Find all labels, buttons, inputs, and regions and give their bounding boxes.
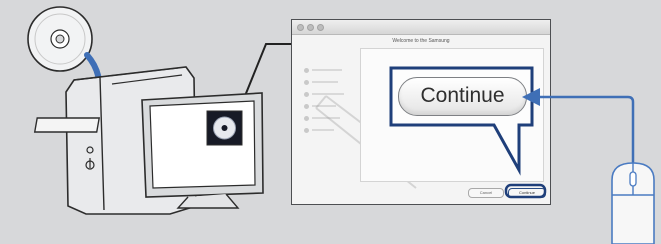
installer-disc-icon <box>206 110 243 146</box>
computer-graphic <box>27 6 264 215</box>
installation-diagram: Welcome to the Samsung Cancel Continue C… <box>0 0 661 244</box>
cd-icon <box>27 6 93 72</box>
monitor-icon <box>141 92 264 209</box>
